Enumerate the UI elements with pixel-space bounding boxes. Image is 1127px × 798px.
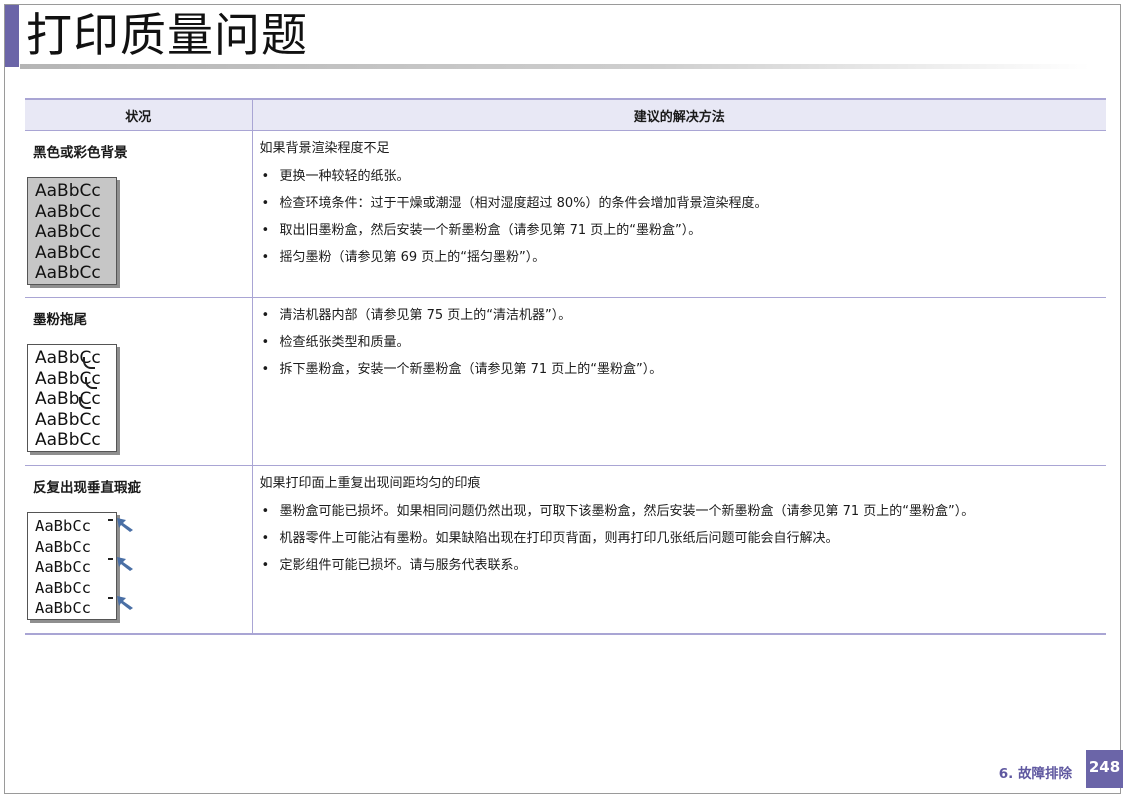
list-item: • 墨粉盒可能已损坏。如果相同问题仍然出现，可取下该墨粉盒，然后安装一个新墨粉盒（… [261, 504, 975, 519]
arrow-pointer-icon [117, 596, 133, 610]
arrow-pointer-icon [117, 557, 133, 571]
condition-cell: 黑色或彩色背景 AaBbCc AaBbCc AaBbCc AaBbCc AaBb… [25, 130, 253, 298]
solution-intro: 如果打印面上重复出现间距均匀的印痕 [259, 476, 481, 491]
solution-list: • 墨粉盒可能已损坏。如果相同问题仍然出现，可取下该墨粉盒，然后安装一个新墨粉盒（… [260, 503, 1107, 575]
sample-line: AaBbCc [35, 201, 101, 222]
print-quality-table: 状况 建议的解决方法 黑色或彩色背景 AaBbCc AaBbCc AaBbCc … [25, 98, 1106, 635]
sample-line: AaBbCc [35, 181, 101, 201]
sample-line: AaBbCc [35, 263, 101, 283]
table-row: 墨粉拖尾 AaBbCc AaBbCc AaBbCc AaBbCc AaBbCc … [25, 297, 1107, 466]
bullet-icon: • [261, 504, 270, 519]
bullet-icon: • [261, 223, 270, 238]
title-accent-bar [5, 5, 19, 67]
table-header-row: 状况 建议的解决方法 [25, 98, 1106, 131]
header-solution: 建议的解决方法 [252, 98, 1106, 131]
sample-line: AaBbCc [35, 242, 101, 263]
list-item: • 定影组件可能已损坏。请与服务代表联系。 [261, 558, 527, 573]
sample-line: AaBbCc [35, 430, 101, 450]
list-item: • 拆下墨粉盒，安装一个新墨粉盒（请参见第 71 页上的“墨粉盒”）。 [261, 362, 663, 377]
sample-line: AaBbCc [35, 558, 91, 576]
arrow-pointer-icon [117, 518, 133, 532]
condition-label: 反复出现垂直瑕疵 [33, 480, 141, 496]
bullet-icon: • [261, 196, 270, 211]
smear-sample-image: AaBbCc AaBbCc AaBbCc AaBbCc AaBbCc [27, 344, 117, 452]
title-underline [20, 64, 1090, 69]
section-label: 6. 故障排除 [998, 766, 1072, 782]
sample-line: AaBbCc [35, 368, 101, 389]
bullet-icon: • [261, 362, 270, 377]
list-item: • 更换一种较轻的纸张。 [261, 169, 410, 184]
vertical-defect-sample-image: AaBbCc AaBbCc AaBbCc AaBbCc AaBbCc [27, 512, 133, 620]
page-title: 打印质量问题 [26, 8, 308, 62]
table-row: 黑色或彩色背景 AaBbCc AaBbCc AaBbCc AaBbCc AaBb… [25, 130, 1107, 298]
sample-line: AaBbCc [35, 389, 101, 409]
list-item: • 机器零件上可能沾有墨粉。如果缺陷出现在打印页背面，则再打印几张纸后问题可能会自… [261, 531, 839, 546]
list-item: • 清洁机器内部（请参见第 75 页上的“清洁机器”）。 [261, 308, 572, 323]
condition-label: 黑色或彩色背景 [33, 145, 128, 161]
page-number-badge: 248 [1086, 750, 1123, 788]
sample-line: AaBbCc [35, 537, 91, 556]
list-item: • 检查环境条件：过于干燥或潮湿（相对湿度超过 80%）的条件会增加背景渲染程度。 [261, 196, 768, 211]
condition-cell: 墨粉拖尾 AaBbCc AaBbCc AaBbCc AaBbCc AaBbCc [25, 297, 253, 466]
sample-line: AaBbCc [35, 222, 101, 242]
list-item: • 摇匀墨粉（请参见第 69 页上的“摇匀墨粉”）。 [261, 250, 546, 265]
bullet-icon: • [261, 308, 270, 323]
table-row: 反复出现垂直瑕疵 AaBbCc AaBbCc AaBbCc AaBbCc AaB… [25, 465, 1107, 635]
defect-mark [108, 597, 113, 599]
condition-cell: 反复出现垂直瑕疵 AaBbCc AaBbCc AaBbCc AaBbCc AaB… [25, 465, 253, 635]
solution-cell: 如果打印面上重复出现间距均匀的印痕 • 墨粉盒可能已损坏。如果相同问题仍然出现，可… [252, 465, 1107, 635]
list-item: • 检查纸张类型和质量。 [261, 335, 410, 350]
list-item: • 取出旧墨粉盒，然后安装一个新墨粉盒（请参见第 71 页上的“墨粉盒”）。 [261, 223, 702, 238]
solution-intro: 如果背景渲染程度不足 [259, 141, 390, 156]
sample-line: AaBbCc [35, 517, 91, 535]
solution-list: • 清洁机器内部（请参见第 75 页上的“清洁机器”）。 • 检查纸张类型和质量。 … [260, 307, 1107, 379]
bullet-icon: • [261, 558, 270, 573]
condition-label: 墨粉拖尾 [33, 312, 87, 328]
bullet-icon: • [261, 335, 270, 350]
defect-mark [108, 558, 113, 560]
bullet-icon: • [261, 531, 270, 546]
solution-list: • 更换一种较轻的纸张。 • 检查环境条件：过于干燥或潮湿（相对湿度超过 80%）的… [260, 168, 1107, 267]
solution-cell: • 清洁机器内部（请参见第 75 页上的“清洁机器”）。 • 检查纸张类型和质量。 … [252, 297, 1107, 466]
defect-mark [108, 519, 113, 521]
sample-line: AaBbCc [35, 348, 101, 368]
solution-cell: 如果背景渲染程度不足 • 更换一种较轻的纸张。 • 检查环境条件：过于干燥或潮湿（相… [252, 130, 1107, 298]
bullet-icon: • [261, 250, 270, 265]
sample-line: AaBbCc [35, 578, 91, 597]
background-sample-image: AaBbCc AaBbCc AaBbCc AaBbCc AaBbCc [27, 177, 117, 285]
sample-line: AaBbCc [35, 599, 91, 617]
sample-line: AaBbCc [35, 409, 101, 430]
bullet-icon: • [261, 169, 270, 184]
header-condition: 状况 [25, 98, 253, 131]
